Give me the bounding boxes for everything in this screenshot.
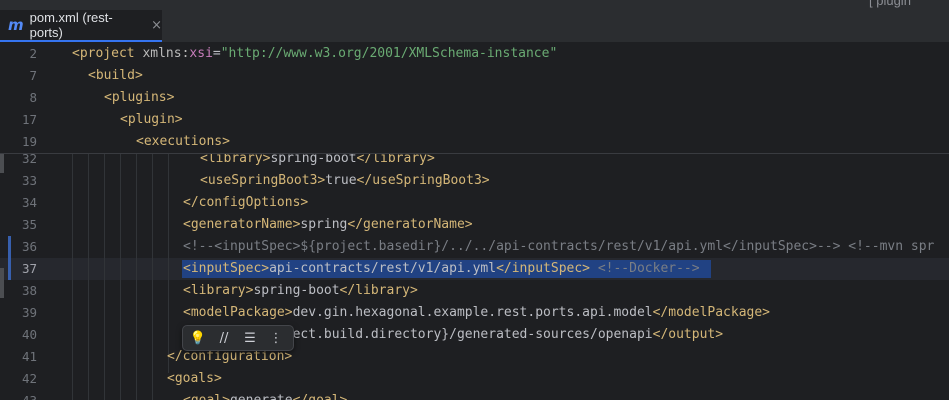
code-line[interactable]: 40<output>${project.build.directory}/gen… [0, 324, 949, 346]
code-line[interactable]: 35 <generatorName>spring</generatorName> [0, 214, 949, 236]
code-content: <goals> [167, 368, 222, 390]
code-token: </configuration> [167, 349, 293, 364]
sticky-code-line[interactable]: 17 <plugin> [0, 109, 949, 131]
code-token: generate [230, 393, 293, 400]
code-token: <executions> [136, 134, 230, 149]
sticky-code-line[interactable]: 2 <project xmlns:xsi="http://www.w3.org/2… [0, 43, 949, 65]
line-number: 2 [29, 46, 37, 61]
code-content: <!--<inputSpec>${project.basedir}/../../… [183, 236, 934, 258]
line-number: 38 [21, 283, 37, 298]
code-token: </library> [339, 283, 418, 298]
line-number: 40 [21, 327, 37, 342]
code-content: <modelPackage>dev.gin.hexagonal.example.… [183, 302, 770, 324]
line-number: 35 [21, 217, 37, 232]
line-number: 39 [21, 305, 37, 320]
code-line[interactable]: 37 <inputSpec>api-contracts/rest/v1/api.y… [0, 258, 949, 280]
gutter-indicator [0, 153, 4, 173]
code-content: </configOptions> [183, 192, 308, 214]
code-token: <generatorName> [183, 217, 301, 232]
code-content: <inputSpec>api-contracts/rest/v1/api.yml… [183, 258, 700, 280]
line-number: 43 [0, 390, 37, 400]
close-icon[interactable]: × [151, 18, 162, 33]
line-number: 36 [21, 239, 37, 254]
code-token: ${project.build.directory}/generated-sou… [245, 327, 653, 342]
more-icon[interactable]: ⋮ [267, 329, 285, 347]
code-token: "http://www.w3.org/2001/XMLSchema-instan… [220, 46, 558, 61]
vcs-change-marker[interactable] [8, 236, 11, 258]
sticky-code-line[interactable]: 8 <plugins> [0, 87, 949, 109]
code-content: <generatorName>spring</generatorName> [183, 214, 473, 236]
maven-file-icon: m [8, 16, 24, 34]
code-content: <library>spring-boot</library> [183, 280, 418, 302]
sticky-scroll-separator [0, 153, 949, 154]
code-token: dev.gin.hexagonal.example.rest.ports.api… [292, 305, 653, 320]
sticky-code-line[interactable]: 7 <build> [0, 65, 949, 87]
code-token: </inputSpec> [496, 261, 590, 276]
line-number: 41 [21, 349, 37, 364]
code-token: <!--<inputSpec>${project.basedir}/../../… [183, 239, 935, 254]
code-token: <build> [88, 68, 143, 83]
code-token: </goal> [293, 393, 348, 400]
code-token: </generatorName> [347, 217, 473, 232]
code-line[interactable]: 34 </configOptions> [0, 192, 949, 214]
code-content: <build> [88, 65, 143, 87]
line-number: 34 [21, 195, 37, 210]
code-token: <goal> [183, 393, 230, 400]
line-number: 42 [21, 371, 37, 386]
code-token: <plugins> [104, 90, 175, 105]
code-token: <plugin> [120, 112, 183, 127]
code-token: api-contracts/rest/v1/api.yml [269, 261, 497, 276]
line-number: 33 [21, 173, 37, 188]
gutter-indicator [0, 268, 4, 298]
code-content: <project xmlns:xsi="http://www.w3.org/20… [72, 43, 557, 65]
line-number: 7 [29, 68, 37, 83]
code-token: </output> [652, 327, 724, 342]
code-token: <goals> [167, 371, 222, 386]
code-content: <executions> [136, 131, 230, 153]
code-content: <useSpringBoot3>true</useSpringBoot3> [200, 170, 490, 192]
code-token: spring-boot [253, 283, 340, 298]
code-token: spring [300, 217, 348, 232]
code-content: <goal>generate</goal> [183, 390, 347, 400]
code-line[interactable]: 36 <!--<inputSpec>${project.basedir}/../.… [0, 236, 949, 258]
comment-icon[interactable]: // [215, 329, 233, 347]
code-token: < [72, 46, 80, 61]
code-token: <inputSpec> [183, 261, 270, 276]
code-editor[interactable]: 32 <library>spring-boot</library> 33 <useSp… [0, 43, 949, 400]
tab-label: pom.xml (rest-ports) [29, 10, 113, 40]
code-token: </modelPackage> [652, 305, 771, 320]
intention-bulb-icon[interactable]: 💡 [189, 329, 207, 347]
code-content: <plugins> [104, 87, 174, 109]
code-line[interactable]: 33 <useSpringBoot3>true</useSpringBoot3> [0, 170, 949, 192]
code-token: = [212, 46, 221, 61]
editor-tab-bar: m pom.xml (rest-ports) × [ plugin [0, 0, 949, 43]
line-number: 17 [21, 112, 37, 127]
line-number: 19 [21, 134, 37, 149]
line-number: 8 [29, 90, 37, 105]
code-line[interactable]: 38 <library>spring-boot</library> [0, 280, 949, 302]
code-token: xmlns [134, 46, 182, 61]
sticky-code-line[interactable]: 19 <executions> [0, 131, 949, 153]
code-token: <modelPackage> [183, 305, 293, 320]
code-line[interactable]: 42 <goals> [0, 368, 949, 390]
code-token: <useSpringBoot3> [200, 173, 326, 188]
code-token: true [325, 173, 357, 188]
code-token: </configOptions> [183, 195, 309, 210]
code-token: <!--Docker--> [597, 261, 700, 276]
code-token: project [79, 46, 135, 61]
line-number: 37 [21, 261, 37, 276]
code-token: </useSpringBoot3> [356, 173, 490, 188]
code-line[interactable]: 41 </configuration> [0, 346, 949, 368]
code-token: <library> [183, 283, 254, 298]
corner-partial-text: [ plugin [869, 0, 911, 8]
code-line[interactable]: 39 <modelPackage>dev.gin.hexagonal.exampl… [0, 302, 949, 324]
code-content: <plugin> [120, 109, 183, 131]
vcs-change-marker[interactable] [8, 258, 11, 280]
floating-toolbar: 💡 // ☰ ⋮ [182, 325, 294, 351]
code-token: xsi [189, 46, 213, 61]
tab-pom-xml[interactable]: m pom.xml (rest-ports) × [0, 10, 162, 42]
code-line[interactable]: 43 <goal>generate</goal> [0, 390, 949, 400]
reformat-icon[interactable]: ☰ [241, 329, 259, 347]
